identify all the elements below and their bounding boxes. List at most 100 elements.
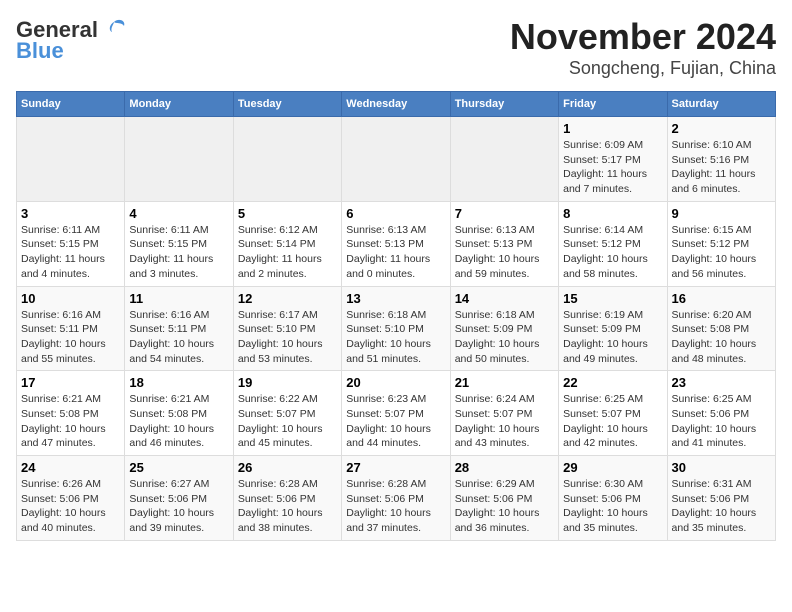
- day-number: 3: [21, 206, 120, 221]
- day-number: 22: [563, 375, 662, 390]
- logo-bird-icon: [100, 16, 128, 44]
- day-number: 17: [21, 375, 120, 390]
- day-number: 18: [129, 375, 228, 390]
- day-info: Sunrise: 6:24 AMSunset: 5:07 PMDaylight:…: [455, 392, 554, 451]
- calendar-cell: 29Sunrise: 6:30 AMSunset: 5:06 PMDayligh…: [559, 456, 667, 541]
- calendar-cell: 9 Sunrise: 6:15 AMSunset: 5:12 PMDaylight…: [667, 201, 775, 286]
- calendar-header-row: SundayMondayTuesdayWednesdayThursdayFrid…: [17, 92, 776, 117]
- calendar-cell: [17, 117, 125, 202]
- calendar-cell: 1Sunrise: 6:09 AMSunset: 5:17 PMDaylight…: [559, 117, 667, 202]
- calendar-cell: [342, 117, 450, 202]
- day-number: 29: [563, 460, 662, 475]
- weekday-header-friday: Friday: [559, 92, 667, 117]
- calendar-cell: 12 Sunrise: 6:17 AMSunset: 5:10 PMDayligh…: [233, 286, 341, 371]
- day-info: Sunrise: 6:17 AMSunset: 5:10 PMDaylight:…: [238, 308, 337, 367]
- calendar-cell: 26Sunrise: 6:28 AMSunset: 5:06 PMDayligh…: [233, 456, 341, 541]
- calendar-week-row: 10 Sunrise: 6:16 AMSunset: 5:11 PMDayligh…: [17, 286, 776, 371]
- day-info: Sunrise: 6:20 AMSunset: 5:08 PMDaylight:…: [672, 308, 771, 367]
- day-info: Sunrise: 6:11 AMSunset: 5:15 PMDaylight:…: [21, 223, 120, 282]
- day-number: 9: [672, 206, 771, 221]
- day-info: Sunrise: 6:09 AMSunset: 5:17 PMDaylight:…: [563, 138, 662, 197]
- day-info: Sunrise: 6:23 AMSunset: 5:07 PMDaylight:…: [346, 392, 445, 451]
- calendar-cell: 25 Sunrise: 6:27 AMSunset: 5:06 PMDayligh…: [125, 456, 233, 541]
- calendar-cell: [450, 117, 558, 202]
- day-number: 14: [455, 291, 554, 306]
- day-info: Sunrise: 6:21 AMSunset: 5:08 PMDaylight:…: [21, 392, 120, 451]
- calendar-cell: 14 Sunrise: 6:18 AMSunset: 5:09 PMDayligh…: [450, 286, 558, 371]
- day-number: 20: [346, 375, 445, 390]
- calendar-cell: 6 Sunrise: 6:13 AMSunset: 5:13 PMDaylight…: [342, 201, 450, 286]
- day-info: Sunrise: 6:13 AMSunset: 5:13 PMDaylight:…: [346, 223, 445, 282]
- day-number: 19: [238, 375, 337, 390]
- day-info: Sunrise: 6:22 AMSunset: 5:07 PMDaylight:…: [238, 392, 337, 451]
- calendar-cell: 27 Sunrise: 6:28 AMSunset: 5:06 PMDayligh…: [342, 456, 450, 541]
- day-number: 27: [346, 460, 445, 475]
- calendar-cell: 21 Sunrise: 6:24 AMSunset: 5:07 PMDayligh…: [450, 371, 558, 456]
- calendar-cell: 20 Sunrise: 6:23 AMSunset: 5:07 PMDayligh…: [342, 371, 450, 456]
- day-number: 23: [672, 375, 771, 390]
- day-number: 15: [563, 291, 662, 306]
- calendar-table: SundayMondayTuesdayWednesdayThursdayFrid…: [16, 91, 776, 541]
- day-info: Sunrise: 6:27 AMSunset: 5:06 PMDaylight:…: [129, 477, 228, 536]
- weekday-header-saturday: Saturday: [667, 92, 775, 117]
- day-number: 11: [129, 291, 228, 306]
- calendar-cell: 23 Sunrise: 6:25 AMSunset: 5:06 PMDayligh…: [667, 371, 775, 456]
- day-info: Sunrise: 6:11 AMSunset: 5:15 PMDaylight:…: [129, 223, 228, 282]
- calendar-cell: 7 Sunrise: 6:13 AMSunset: 5:13 PMDaylight…: [450, 201, 558, 286]
- calendar-cell: 28 Sunrise: 6:29 AMSunset: 5:06 PMDayligh…: [450, 456, 558, 541]
- day-info: Sunrise: 6:16 AMSunset: 5:11 PMDaylight:…: [129, 308, 228, 367]
- calendar-cell: 22 Sunrise: 6:25 AMSunset: 5:07 PMDayligh…: [559, 371, 667, 456]
- calendar-cell: [125, 117, 233, 202]
- calendar-cell: 5Sunrise: 6:12 AMSunset: 5:14 PMDaylight…: [233, 201, 341, 286]
- day-info: Sunrise: 6:28 AMSunset: 5:06 PMDaylight:…: [346, 477, 445, 536]
- day-number: 2: [672, 121, 771, 136]
- calendar-cell: 18 Sunrise: 6:21 AMSunset: 5:08 PMDayligh…: [125, 371, 233, 456]
- calendar-subtitle: Songcheng, Fujian, China: [510, 58, 776, 79]
- day-info: Sunrise: 6:28 AMSunset: 5:06 PMDaylight:…: [238, 477, 337, 536]
- day-number: 21: [455, 375, 554, 390]
- logo: General Blue: [16, 16, 128, 64]
- calendar-cell: [233, 117, 341, 202]
- calendar-cell: 30Sunrise: 6:31 AMSunset: 5:06 PMDayligh…: [667, 456, 775, 541]
- title-block: November 2024 Songcheng, Fujian, China: [510, 16, 776, 79]
- calendar-cell: 13Sunrise: 6:18 AMSunset: 5:10 PMDayligh…: [342, 286, 450, 371]
- day-info: Sunrise: 6:13 AMSunset: 5:13 PMDaylight:…: [455, 223, 554, 282]
- day-info: Sunrise: 6:21 AMSunset: 5:08 PMDaylight:…: [129, 392, 228, 451]
- day-info: Sunrise: 6:16 AMSunset: 5:11 PMDaylight:…: [21, 308, 120, 367]
- calendar-week-row: 3 Sunrise: 6:11 AMSunset: 5:15 PMDaylight…: [17, 201, 776, 286]
- day-number: 25: [129, 460, 228, 475]
- calendar-week-row: 24Sunrise: 6:26 AMSunset: 5:06 PMDayligh…: [17, 456, 776, 541]
- calendar-cell: 10 Sunrise: 6:16 AMSunset: 5:11 PMDayligh…: [17, 286, 125, 371]
- day-number: 7: [455, 206, 554, 221]
- day-info: Sunrise: 6:18 AMSunset: 5:09 PMDaylight:…: [455, 308, 554, 367]
- day-number: 16: [672, 291, 771, 306]
- day-number: 10: [21, 291, 120, 306]
- calendar-week-row: 17 Sunrise: 6:21 AMSunset: 5:08 PMDayligh…: [17, 371, 776, 456]
- day-number: 12: [238, 291, 337, 306]
- page-header: General Blue November 2024 Songcheng, Fu…: [16, 16, 776, 79]
- day-info: Sunrise: 6:10 AMSunset: 5:16 PMDaylight:…: [672, 138, 771, 197]
- calendar-title: November 2024: [510, 16, 776, 58]
- weekday-header-sunday: Sunday: [17, 92, 125, 117]
- day-info: Sunrise: 6:25 AMSunset: 5:07 PMDaylight:…: [563, 392, 662, 451]
- day-info: Sunrise: 6:26 AMSunset: 5:06 PMDaylight:…: [21, 477, 120, 536]
- weekday-header-monday: Monday: [125, 92, 233, 117]
- weekday-header-wednesday: Wednesday: [342, 92, 450, 117]
- calendar-cell: 2 Sunrise: 6:10 AMSunset: 5:16 PMDaylight…: [667, 117, 775, 202]
- day-info: Sunrise: 6:25 AMSunset: 5:06 PMDaylight:…: [672, 392, 771, 451]
- calendar-cell: 15 Sunrise: 6:19 AMSunset: 5:09 PMDayligh…: [559, 286, 667, 371]
- day-number: 6: [346, 206, 445, 221]
- calendar-cell: 19 Sunrise: 6:22 AMSunset: 5:07 PMDayligh…: [233, 371, 341, 456]
- day-info: Sunrise: 6:19 AMSunset: 5:09 PMDaylight:…: [563, 308, 662, 367]
- day-number: 4: [129, 206, 228, 221]
- day-info: Sunrise: 6:31 AMSunset: 5:06 PMDaylight:…: [672, 477, 771, 536]
- calendar-cell: 3 Sunrise: 6:11 AMSunset: 5:15 PMDaylight…: [17, 201, 125, 286]
- day-number: 28: [455, 460, 554, 475]
- day-info: Sunrise: 6:15 AMSunset: 5:12 PMDaylight:…: [672, 223, 771, 282]
- day-info: Sunrise: 6:18 AMSunset: 5:10 PMDaylight:…: [346, 308, 445, 367]
- calendar-cell: 16 Sunrise: 6:20 AMSunset: 5:08 PMDayligh…: [667, 286, 775, 371]
- calendar-cell: 17 Sunrise: 6:21 AMSunset: 5:08 PMDayligh…: [17, 371, 125, 456]
- day-info: Sunrise: 6:29 AMSunset: 5:06 PMDaylight:…: [455, 477, 554, 536]
- day-number: 5: [238, 206, 337, 221]
- calendar-week-row: 1Sunrise: 6:09 AMSunset: 5:17 PMDaylight…: [17, 117, 776, 202]
